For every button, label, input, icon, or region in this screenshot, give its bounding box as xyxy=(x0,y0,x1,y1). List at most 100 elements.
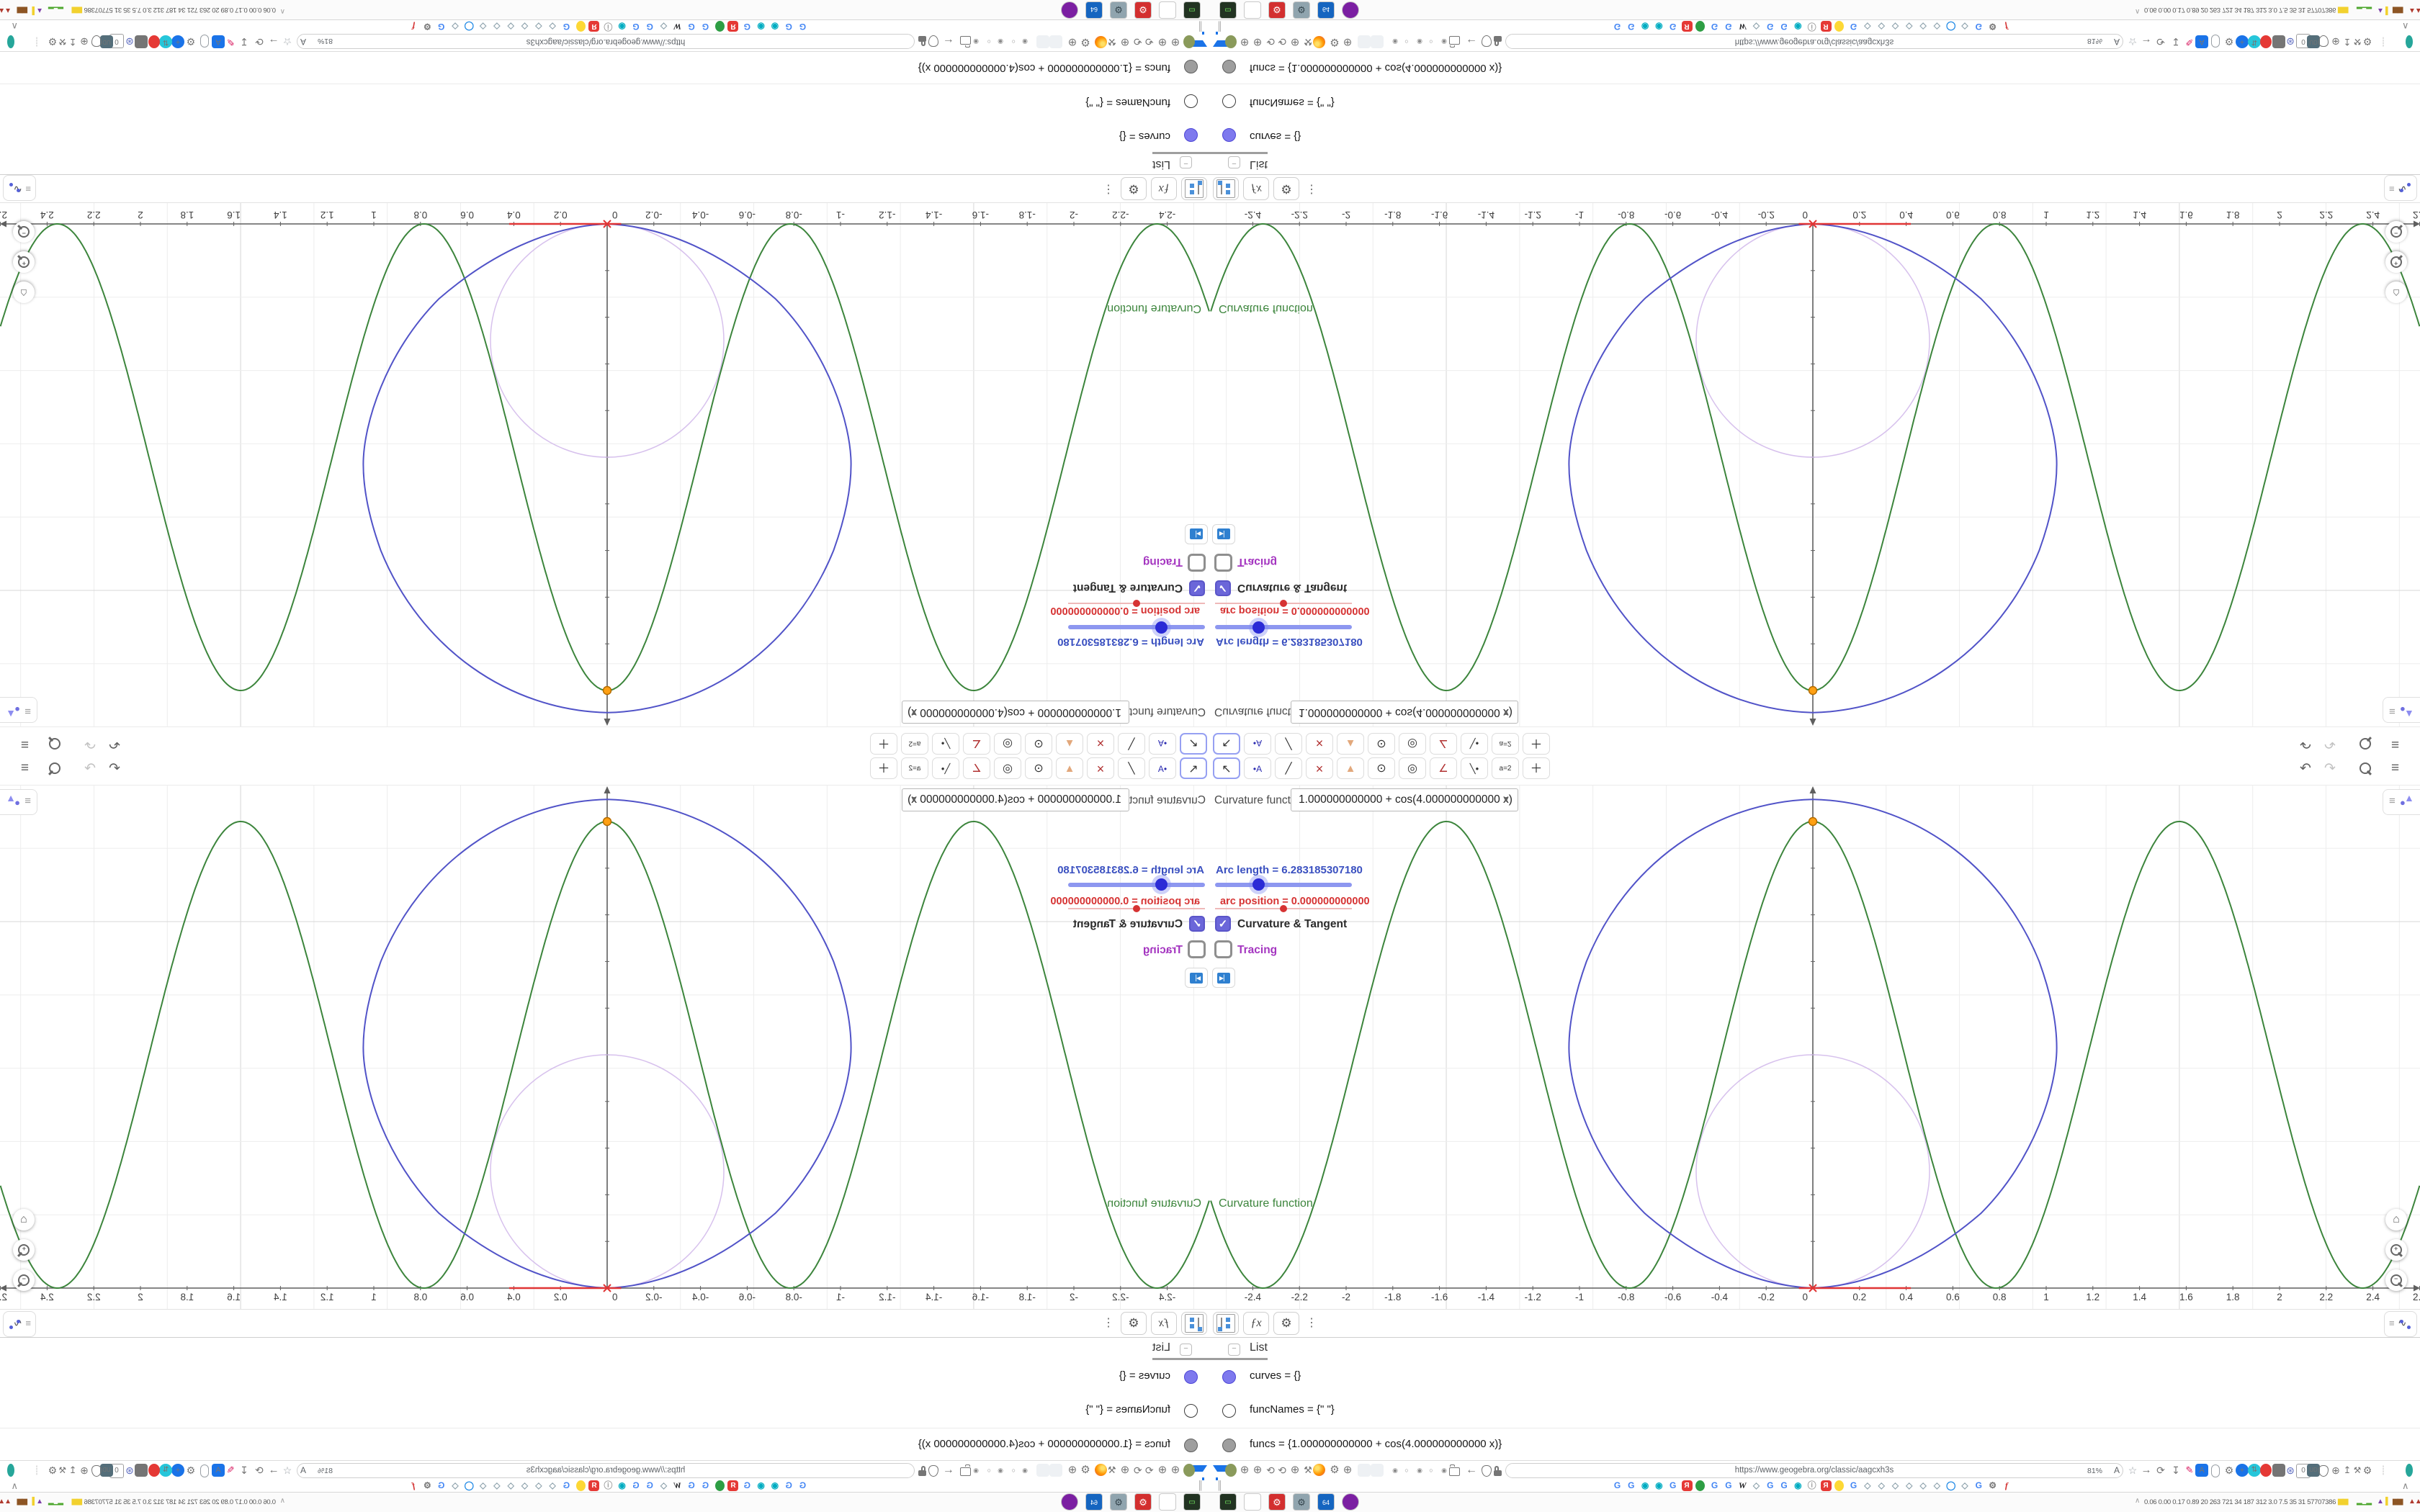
tracing-checkbox[interactable] xyxy=(1214,940,1232,958)
pale-1-icon[interactable] xyxy=(1049,1464,1062,1477)
fav-poly1-icon[interactable]: ◇ xyxy=(658,1480,669,1491)
globe-1-icon[interactable]: ⊕ xyxy=(1238,1464,1251,1477)
spark-yellow-1-icon[interactable]: ▆▆ xyxy=(2338,1496,2348,1508)
fav-g3-icon[interactable]: G xyxy=(742,21,753,32)
fav-g1-icon[interactable]: G xyxy=(797,21,808,32)
undo-icon[interactable]: ↶ xyxy=(2300,735,2311,752)
zoom-in-button[interactable]: + xyxy=(13,1239,35,1261)
tree-view-button[interactable] xyxy=(1181,1312,1207,1335)
shield-icon[interactable] xyxy=(928,35,938,47)
fav-g5-icon[interactable]: G xyxy=(1723,1480,1734,1491)
fav-poly7-icon[interactable]: ◇ xyxy=(478,21,488,32)
green-dot-icon[interactable] xyxy=(2406,1464,2413,1477)
home-button[interactable]: ⌂ xyxy=(2385,282,2407,303)
graph-panel-toggle-button[interactable]: ≡ ∿ xyxy=(2384,1311,2417,1337)
fav-teal2-icon[interactable]: ◉ xyxy=(756,21,766,32)
list-row-funcs[interactable]: funcs = {1.000000000000 + cos(4.00000000… xyxy=(0,1428,1210,1462)
arc-position-slider[interactable] xyxy=(1068,600,1205,607)
sphere-icon[interactable]: ⊛ xyxy=(2284,1464,2297,1477)
zoom-in-button[interactable]: + xyxy=(2385,251,2407,273)
list-row-curves[interactable]: curves = {} xyxy=(0,117,1210,152)
fav-r1-icon[interactable]: Я xyxy=(727,21,739,32)
perpendicular-line-tool-icon[interactable]: × xyxy=(1087,757,1114,779)
polygon-tool-icon[interactable]: ▲ xyxy=(1337,733,1364,755)
fav-r2-icon[interactable]: Я xyxy=(1820,21,1832,32)
move-tool-icon[interactable]: ↖ xyxy=(1180,757,1207,779)
fav-poly7-icon[interactable]: ◇ xyxy=(1932,1480,1942,1491)
visibility-marble[interactable] xyxy=(1184,1404,1198,1418)
collapse-button[interactable]: − xyxy=(1228,156,1240,168)
move-graphics-tool-icon[interactable]: ＋ xyxy=(1523,733,1550,755)
stylebar-toggle-button[interactable]: ≡ ● ▲ xyxy=(0,789,37,815)
firefox-icon[interactable] xyxy=(1313,1464,1325,1476)
reload-icon[interactable]: ⟳ xyxy=(253,35,266,48)
function-dropdown[interactable]: 1.000000000000 + cos(4.000000000000 x) ▼ xyxy=(902,788,1129,811)
polygon-tool-icon[interactable]: ▲ xyxy=(1056,733,1083,755)
fav-poly3-icon[interactable]: ◇ xyxy=(1876,21,1887,32)
undo-icon[interactable]: ↶ xyxy=(2300,760,2311,777)
translate-badge-icon[interactable]: A xyxy=(212,35,225,48)
fav-poly6-icon[interactable]: ◇ xyxy=(491,1480,502,1491)
slider-tool-icon[interactable]: a=2 xyxy=(1492,757,1519,779)
fav-g3-icon[interactable]: G xyxy=(742,1480,753,1491)
spark-purple-icon[interactable]: ▲ xyxy=(37,1496,43,1508)
fav-poly8-icon[interactable]: ◇ xyxy=(450,1480,461,1491)
spark-purple-icon[interactable]: ▲ xyxy=(2377,1496,2384,1508)
zoom-in-button[interactable]: + xyxy=(2385,1239,2407,1261)
function-dropdown[interactable]: 1.000000000000 + cos(4.000000000000 x) ▼ xyxy=(1291,701,1518,724)
reflect-tool-icon[interactable]: ╲• xyxy=(932,733,959,755)
move-tool-icon[interactable]: ↖ xyxy=(1213,757,1240,779)
fav-gear-icon[interactable]: ⚙ xyxy=(422,1480,433,1491)
arc-length-slider-handle[interactable] xyxy=(1252,621,1265,634)
fav-poly5-icon[interactable]: ◇ xyxy=(506,1480,516,1491)
gear-2-icon[interactable]: ⚙ xyxy=(184,35,197,48)
globe-2-icon[interactable]: ⊕ xyxy=(1251,1464,1264,1477)
fav-g3-icon[interactable]: G xyxy=(1667,21,1678,32)
spark-bar-icon[interactable]: ▌ xyxy=(2385,1496,2390,1508)
fav-g1-icon[interactable]: G xyxy=(797,1480,808,1491)
gear-3-icon[interactable]: ⚙ xyxy=(46,1464,59,1477)
arc-position-slider-handle[interactable] xyxy=(1133,600,1140,607)
fav-octopus-icon[interactable] xyxy=(1695,21,1705,32)
point-tool-icon[interactable]: •A xyxy=(1149,757,1176,779)
fav-g2-icon[interactable]: G xyxy=(1626,1480,1636,1491)
globe-4-icon[interactable]: ⊕ xyxy=(1341,35,1354,48)
zoom-out-button[interactable]: − xyxy=(2385,221,2407,243)
function-dropdown[interactable]: 1.000000000000 + cos(4.000000000000 x) ▼ xyxy=(902,701,1129,724)
lock-icon[interactable] xyxy=(918,36,926,42)
fav-poly2-icon[interactable]: ◇ xyxy=(1862,1480,1873,1491)
fav-octopus-icon[interactable] xyxy=(715,21,725,32)
fav-r1-icon[interactable]: Я xyxy=(1681,1480,1693,1491)
kebab-menu-icon[interactable]: ⋮ xyxy=(1103,182,1114,197)
green-dot-icon[interactable] xyxy=(7,35,14,48)
slider-tool-icon[interactable]: a=2 xyxy=(901,757,928,779)
fav-poly4-icon[interactable]: ◇ xyxy=(519,1480,530,1491)
pale-1-icon[interactable] xyxy=(1358,35,1371,48)
sphere-icon[interactable]: ⊛ xyxy=(2284,35,2297,48)
plus-badge-icon[interactable]: + xyxy=(2236,35,2249,48)
move-graphics-tool-icon[interactable]: ＋ xyxy=(870,757,897,779)
fav-g4-icon[interactable]: G xyxy=(700,1480,711,1491)
perpendicular-line-tool-icon[interactable]: × xyxy=(1306,757,1333,779)
fav-g1-icon[interactable]: G xyxy=(1612,1480,1623,1491)
fav-g1-icon[interactable]: G xyxy=(1612,21,1623,32)
highlighter-icon[interactable]: ✎ xyxy=(2183,1464,2196,1477)
gear-2-icon[interactable]: ⚙ xyxy=(2223,35,2236,48)
sync-globe-1-icon[interactable]: ⟲ xyxy=(1143,1464,1156,1477)
circle-tool-icon[interactable]: ⊙ xyxy=(1025,757,1052,779)
gear-1-icon[interactable]: ⚙ xyxy=(1079,35,1092,48)
fx-button[interactable]: ƒx xyxy=(1243,1312,1269,1335)
zoom-out-button[interactable]: − xyxy=(2385,1269,2407,1291)
fav-f-icon[interactable]: f xyxy=(408,1480,419,1491)
gear-3-icon[interactable]: ⚙ xyxy=(46,35,59,48)
pause-bars-icon[interactable]: ║ xyxy=(1195,1480,1206,1491)
slider-tool-icon[interactable]: a=2 xyxy=(1492,733,1519,755)
menu-icon[interactable]: ≡ xyxy=(2391,736,2399,752)
spark-purple-icon[interactable]: ▲ xyxy=(37,4,43,16)
radio-3-icon[interactable]: ◉ xyxy=(994,1464,1007,1477)
radio-4-icon[interactable]: ○ xyxy=(1425,35,1438,48)
fav-g2-icon[interactable]: G xyxy=(1626,21,1636,32)
fav-wiki-icon[interactable]: W xyxy=(672,1480,683,1491)
plus-badge-icon[interactable]: + xyxy=(2236,1464,2249,1477)
back-arrow-icon[interactable]: ← xyxy=(1465,1464,1478,1477)
